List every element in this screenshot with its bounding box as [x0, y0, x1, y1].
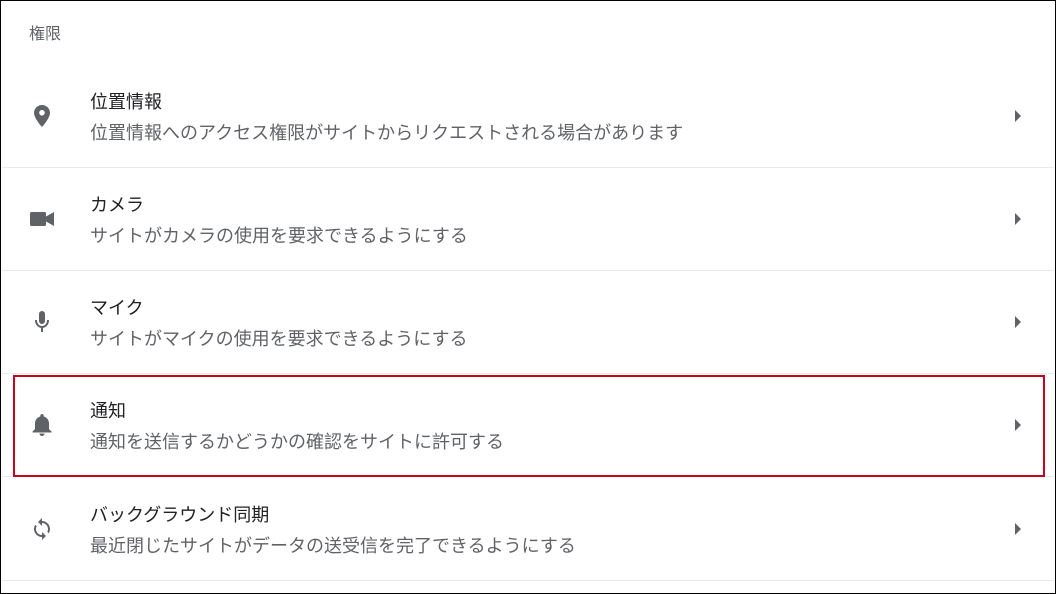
permissions-panel: 権限 位置情報 位置情報へのアクセス権限がサイトからリクエストされる場合がありま… — [0, 0, 1056, 594]
row-background-sync[interactable]: バックグラウンド同期 最近閉じたサイトがデータの送受信を完了できるようにする — [2, 478, 1054, 581]
chevron-right-icon — [1012, 521, 1024, 537]
chevron-right-icon — [1012, 314, 1024, 330]
row-title: マイク — [90, 298, 144, 319]
videocam-icon — [30, 207, 54, 231]
row-notifications[interactable]: 通知 通知を送信するかどうかの確認をサイトに許可する — [2, 374, 1054, 477]
row-subtitle: サイトがカメラの使用を要求できるようにする — [90, 226, 468, 247]
chevron-right-icon — [1012, 417, 1024, 433]
row-title: 位置情報 — [90, 92, 162, 113]
row-subtitle: 最近閉じたサイトがデータの送受信を完了できるようにする — [90, 536, 576, 557]
row-microphone[interactable]: マイク サイトがマイクの使用を要求できるようにする — [2, 271, 1054, 374]
sync-icon — [30, 517, 54, 541]
row-subtitle: 通知を送信するかどうかの確認をサイトに許可する — [90, 432, 504, 453]
row-subtitle: 位置情報へのアクセス権限がサイトからリクエストされる場合があります — [90, 123, 684, 144]
chevron-right-icon — [1012, 108, 1024, 124]
row-title: 通知 — [90, 401, 126, 422]
row-title: バックグラウンド同期 — [90, 505, 270, 526]
section-header: 権限 — [29, 24, 62, 43]
bell-icon — [30, 413, 54, 437]
row-location[interactable]: 位置情報 位置情報へのアクセス権限がサイトからリクエストされる場合があります — [2, 65, 1054, 168]
row-camera[interactable]: カメラ サイトがカメラの使用を要求できるようにする — [2, 168, 1054, 271]
chevron-right-icon — [1012, 211, 1024, 227]
location-pin-icon — [30, 104, 54, 128]
row-title: カメラ — [90, 195, 144, 216]
mic-icon — [30, 310, 54, 334]
row-subtitle: サイトがマイクの使用を要求できるようにする — [90, 329, 468, 350]
